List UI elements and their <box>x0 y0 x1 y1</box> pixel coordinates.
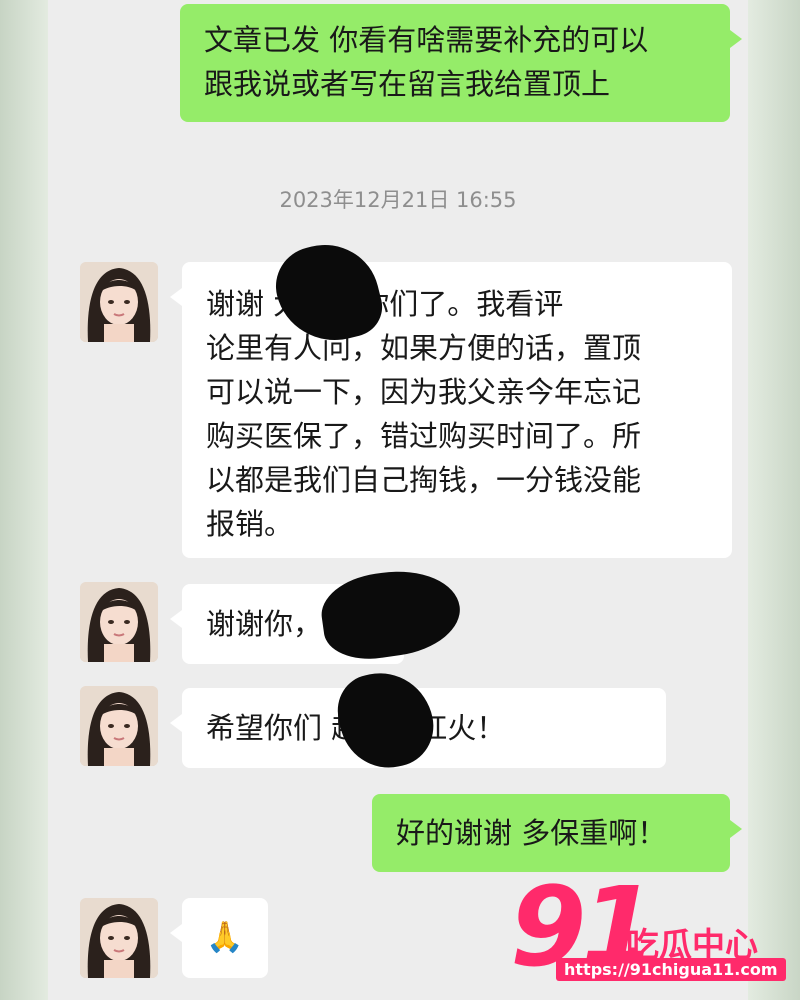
incoming-emoji-bubble[interactable]: 🙏 <box>170 898 268 978</box>
right-background-strip <box>748 0 800 1000</box>
outgoing-message-bubble[interactable]: 文章已发 你看有啥需要补充的可以 跟我说或者写在留言我给置顶上 <box>180 4 742 122</box>
left-background-strip <box>0 0 48 1000</box>
chat-window[interactable]: 文章已发 你看有啥需要补充的可以 跟我说或者写在留言我给置顶上 2023年12月… <box>48 0 748 1000</box>
redaction-scribble <box>316 562 466 666</box>
contact-avatar[interactable] <box>80 686 158 766</box>
contact-avatar[interactable] <box>80 582 158 662</box>
incoming-message-bubble[interactable]: 谢谢 太麻烦你们了。我看评 论里有人问，如果方便的话，置顶 可以说一下，因为我父… <box>170 262 732 558</box>
message-timestamp: 2023年12月21日 16:55 <box>279 188 517 212</box>
watermark-url: https://91chigua11.com <box>556 958 786 981</box>
contact-avatar[interactable] <box>80 262 158 342</box>
outgoing-message-bubble[interactable]: 好的谢谢 多保重啊！ <box>372 794 742 872</box>
contact-avatar[interactable] <box>80 898 158 978</box>
